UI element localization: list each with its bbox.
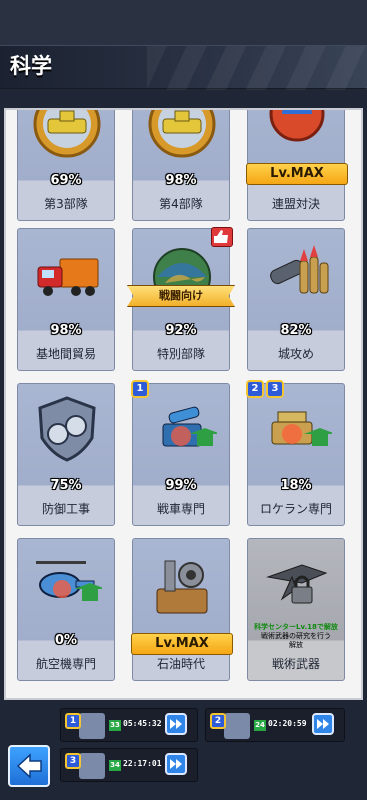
card-percent: 69% xyxy=(50,173,82,188)
research-queue-3[interactable]: 3 34 22:17:01 xyxy=(60,748,198,782)
card-fortification[interactable]: 75% 防御工事 xyxy=(17,383,115,526)
research-queue-1[interactable]: 1 33 05:45:32 xyxy=(60,708,198,742)
card-alliance-duel[interactable]: Lv.MAX 連盟対決 xyxy=(246,110,348,221)
level-max-badge: Lv.MAX xyxy=(246,163,348,185)
card-tank-specialty[interactable]: 1 99% 戦車専門 xyxy=(131,380,230,526)
card-label: 第3部隊 xyxy=(44,197,88,211)
card-percent: 75% xyxy=(50,478,82,493)
title-stripes xyxy=(147,46,367,90)
queue-slot-badge: 1 xyxy=(65,713,81,729)
fast-forward-icon[interactable] xyxy=(312,713,334,735)
fast-forward-icon[interactable] xyxy=(165,753,187,775)
combat-ribbon: 戦闘向け xyxy=(127,285,235,307)
card-siege[interactable]: 82% 城攻め xyxy=(247,228,345,371)
card-percent: 98% xyxy=(50,323,82,338)
card-rocket-specialty[interactable]: 2 3 18% ロケラン専門 xyxy=(246,380,345,526)
shells-cannon-icon xyxy=(270,245,329,294)
research-timer: 05:45:32 xyxy=(123,719,162,728)
card-special-unit[interactable]: 戦闘向け 92% 特別部隊 xyxy=(127,227,235,371)
tank-medal-icon xyxy=(33,110,101,158)
card-label: 連盟対決 xyxy=(271,197,320,211)
title-band xyxy=(0,45,367,90)
card-percent: 92% xyxy=(165,323,197,338)
card-percent: 18% xyxy=(280,478,312,493)
card-label: 戦車専門 xyxy=(156,502,205,516)
card-percent: 0% xyxy=(54,633,78,648)
card-label: 石油時代 xyxy=(156,657,205,671)
research-item-icon xyxy=(79,753,105,779)
rocket-launcher-icon xyxy=(271,411,332,446)
card-label: 第4部隊 xyxy=(159,197,203,211)
research-queue-2[interactable]: 2 24 02:20:59 xyxy=(205,708,345,742)
card-tactical-weapons[interactable]: 科学センターLv.18で解放 戦術武器の研究を行う 解放 戦術武器 xyxy=(247,538,345,681)
oil-pump-icon xyxy=(156,560,208,614)
helicopter-icon xyxy=(36,561,102,601)
card-oil-era[interactable]: Lv.MAX 石油時代 xyxy=(131,538,233,681)
tank-medal-icon xyxy=(148,110,216,158)
shield-gear-icon xyxy=(38,396,96,462)
queue-slot-badge: 3 xyxy=(65,753,81,769)
research-timer: 22:17:01 xyxy=(123,759,162,768)
card-aircraft-specialty[interactable]: 0% 航空機専門 xyxy=(17,538,115,681)
top-bar xyxy=(0,0,367,45)
jet-lock-icon xyxy=(266,564,328,604)
unlock-status: 解放 xyxy=(289,641,303,649)
card-label: 基地間貿易 xyxy=(35,347,96,361)
unlock-note: 戦術武器の研究を行う xyxy=(261,632,331,640)
research-level: 34 xyxy=(109,760,121,771)
card-percent: 82% xyxy=(280,323,312,338)
card-label: 防御工事 xyxy=(41,502,90,516)
card-percent: 99% xyxy=(165,478,197,493)
back-button[interactable] xyxy=(8,745,50,787)
research-item-icon xyxy=(224,713,250,739)
card-label: ロケラン専門 xyxy=(259,502,332,516)
card-label: 戦術武器 xyxy=(271,657,320,671)
tank-cannon-icon xyxy=(162,406,217,447)
research-timer: 02:20:59 xyxy=(268,719,307,728)
card-4th-unit[interactable]: 98% 第4部隊 xyxy=(132,110,230,221)
research-level: 24 xyxy=(254,720,266,731)
back-arrow-icon xyxy=(16,753,42,779)
truck-icon xyxy=(37,258,99,296)
level-max-badge: Lv.MAX xyxy=(131,633,233,655)
unlock-requirement: 科学センターLv.18で解放 戦術武器の研究を行う 解放 xyxy=(248,623,344,650)
thumbs-up-icon xyxy=(211,227,233,247)
research-item-icon xyxy=(79,713,105,739)
science-panel: 69% 第3部隊 98% 第4部隊 Lv.MAX 連盟対決 98% 基地間貿易 xyxy=(4,108,363,700)
unlock-condition: 科学センターLv.18で解放 xyxy=(254,623,338,631)
queue-slot-badge: 2 xyxy=(210,713,226,729)
card-label: 特別部隊 xyxy=(156,347,205,361)
fast-forward-icon[interactable] xyxy=(165,713,187,735)
card-base-trade[interactable]: 98% 基地間貿易 xyxy=(17,228,115,371)
alliance-emblem-icon xyxy=(269,110,325,142)
card-percent: 98% xyxy=(165,173,197,188)
card-3rd-unit[interactable]: 69% 第3部隊 xyxy=(17,110,115,221)
research-level: 33 xyxy=(109,720,121,731)
page-title: 科学 xyxy=(10,54,52,78)
card-label: 城攻め xyxy=(277,347,314,361)
card-label: 航空機専門 xyxy=(35,657,96,671)
